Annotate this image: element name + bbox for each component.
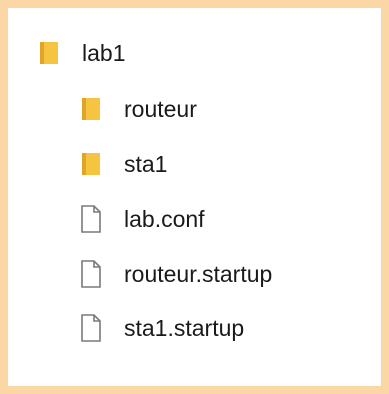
file-icon	[80, 259, 106, 289]
tree-item-label: lab.conf	[124, 206, 205, 232]
file-icon	[80, 313, 106, 343]
tree-item-label: routeur.startup	[124, 261, 273, 287]
tree-item-label: sta1	[124, 151, 168, 177]
tree-item-sta1-startup[interactable]: sta1.startup	[80, 313, 244, 343]
tree-item-label: sta1.startup	[124, 315, 245, 341]
folder-icon	[80, 149, 106, 179]
tree-item-lab-conf[interactable]: lab.conf	[80, 204, 205, 234]
file-icon	[80, 204, 106, 234]
tree-item-routeur-startup[interactable]: routeur.startup	[80, 259, 272, 289]
tree-item-routeur[interactable]: routeur	[80, 94, 197, 124]
folder-icon	[38, 38, 64, 68]
tree-item-label: lab1	[82, 40, 126, 66]
tree-item-label: routeur	[124, 96, 197, 122]
tree-item-lab1[interactable]: lab1	[38, 38, 125, 68]
file-tree-panel: lab1 routeur sta1 lab.conf routeur.start…	[8, 8, 381, 386]
tree-item-sta1[interactable]: sta1	[80, 149, 167, 179]
folder-icon	[80, 94, 106, 124]
